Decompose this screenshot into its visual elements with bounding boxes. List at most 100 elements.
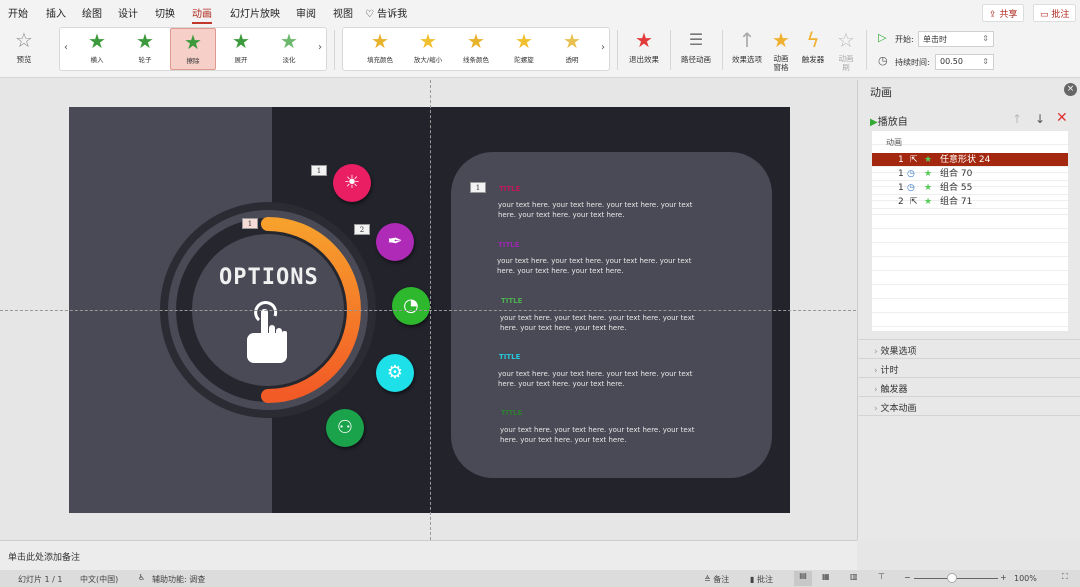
star-icon: ★ (563, 29, 581, 53)
effect-fly-in[interactable]: ★ 横入 (74, 28, 120, 70)
effect-spin[interactable]: ★ 陀螺旋 (501, 28, 547, 70)
entrance-gallery: ‹ ★ 横入 ★ 轮子 ★ 擦除 ★ 展开 ★ 淡化 › (59, 27, 327, 71)
star-icon: ★ (924, 197, 933, 207)
item-text: your text here. your text here. your tex… (498, 370, 693, 388)
reading-view-icon[interactable]: ▥ (850, 572, 858, 581)
star-icon: ★ (88, 29, 106, 53)
zoom-slider-thumb[interactable] (947, 573, 957, 583)
move-down-icon[interactable]: ↓ (1035, 112, 1045, 126)
row-name: 组合 70 (940, 169, 973, 179)
effect-grow-shrink[interactable]: ★ 放大/缩小 (405, 28, 451, 70)
item-text: your text here. your text here. your tex… (498, 201, 693, 219)
arrow-up-icon: ↑ (738, 28, 756, 52)
section-triggers[interactable]: › 触发器 (858, 377, 1080, 397)
pie-chart-icon: ◔ (392, 287, 430, 325)
trigger-button[interactable]: ϟ 触发器 (798, 26, 828, 65)
tab-design[interactable]: 设计 (118, 5, 138, 20)
effect-label: 轮子 (138, 56, 152, 64)
item-title: TITLE (501, 297, 523, 305)
slide-counter: 幻灯片 1 / 1 (18, 575, 63, 584)
tab-tell-me[interactable]: ♡ 告诉我 (365, 5, 407, 20)
language[interactable]: 中文(中国) (80, 574, 118, 585)
tab-home[interactable]: 开始 (8, 5, 28, 20)
animation-row[interactable]: 2 ⇱ ★ 组合 71 (872, 195, 1068, 209)
zoom-out-icon[interactable]: − (904, 573, 911, 582)
scroll-right-icon[interactable]: › (318, 42, 322, 53)
lightbulb-icon: ☀ (333, 164, 371, 202)
animation-row[interactable]: 1 ◷ ★ 组合 55 (872, 181, 1068, 195)
comments-toggle[interactable]: ▮ 批注 (750, 574, 773, 585)
normal-view-icon[interactable]: ▤ (794, 571, 812, 586)
zoom-in-icon[interactable]: + (1000, 573, 1007, 582)
star-gear-icon: ★ (772, 28, 790, 52)
delete-icon[interactable]: ✕ (1056, 110, 1068, 126)
animation-badge[interactable]: 1 (311, 165, 327, 176)
path-label: 路径动画 (681, 55, 711, 64)
stepper-icon: ⇕ (982, 34, 989, 43)
animation-badge[interactable]: 1 (470, 182, 486, 193)
animation-row[interactable]: 1 ◷ ★ 组合 70 (872, 167, 1068, 181)
section-text-animation[interactable]: › 文本动画 (858, 396, 1080, 416)
divider (866, 30, 867, 70)
share-button[interactable]: ⇪ 共享 (982, 4, 1025, 22)
comments-label: 批注 (1051, 10, 1070, 20)
move-up-icon[interactable]: ↑ (1012, 112, 1022, 126)
exit-effects-button[interactable]: ★ 退出效果 (624, 26, 664, 65)
tab-insert[interactable]: 插入 (46, 5, 66, 20)
effect-line-color[interactable]: ★ 线条颜色 (453, 28, 499, 70)
section-timing[interactable]: › 计时 (858, 358, 1080, 378)
play-from-button[interactable]: ▶播放自 (870, 113, 908, 128)
animation-painter-button[interactable]: ☆ 动画 刷 (834, 26, 858, 72)
vertical-guide[interactable] (430, 80, 431, 540)
animation-row[interactable]: 1 ⇱ ★ 任意形状 24 (872, 153, 1068, 167)
effect-options-button[interactable]: ↑ 效果选项 (727, 26, 767, 65)
star-icon: ★ (280, 29, 298, 53)
star-icon: ★ (924, 155, 933, 165)
tab-slideshow[interactable]: 幻灯片放映 (230, 5, 280, 20)
comments-label: 批注 (756, 575, 773, 584)
duration-value: 00.50 (940, 57, 963, 66)
gear-icon: ⚙ (376, 354, 414, 392)
tab-transitions[interactable]: 切换 (155, 5, 175, 20)
divider (617, 30, 618, 70)
effect-split[interactable]: ★ 展开 (218, 28, 264, 70)
notes-toggle[interactable]: ≜ 备注 (704, 574, 729, 585)
divider (722, 30, 723, 70)
lightbulb-icon: ♡ (365, 9, 378, 20)
motion-paths-button[interactable]: ☰ 路径动画 (676, 26, 716, 65)
comments-button[interactable]: ▭ 批注 (1033, 4, 1077, 22)
accessibility-status[interactable]: 辅助功能: 调查 (152, 574, 205, 585)
tab-draw[interactable]: 绘图 (82, 5, 102, 20)
animation-badge[interactable]: 2 (354, 224, 370, 235)
animation-badge[interactable]: 1 (242, 218, 258, 229)
emphasis-gallery: ★ 填充颜色 ★ 放大/缩小 ★ 线条颜色 ★ 陀螺旋 ★ 透明 › (342, 27, 610, 71)
tab-animations[interactable]: 动画 (192, 5, 212, 24)
section-label: 触发器 (880, 385, 908, 395)
item-text: your text here. your text here. your tex… (497, 257, 692, 275)
duration-input[interactable]: 00.50 ⇕ (935, 54, 994, 70)
slideshow-icon[interactable]: ⊤ (878, 572, 885, 581)
effect-wheel[interactable]: ★ 轮子 (122, 28, 168, 70)
effect-wipe[interactable]: ★ 擦除 (170, 28, 216, 70)
comment-icon: ▭ (1040, 10, 1052, 20)
tab-review[interactable]: 审阅 (296, 5, 316, 20)
scroll-left-icon[interactable]: ‹ (64, 42, 68, 53)
tab-view[interactable]: 视图 (333, 5, 353, 20)
slide-sorter-icon[interactable]: ▦ (822, 572, 830, 581)
effect-label: 展开 (234, 56, 248, 64)
notes-area[interactable]: 单击此处添加备注 (0, 540, 857, 570)
close-icon[interactable]: × (1064, 83, 1077, 96)
effect-fill-color[interactable]: ★ 填充颜色 (357, 28, 403, 70)
effect-fade[interactable]: ★ 淡化 (266, 28, 312, 70)
preview-button[interactable]: ☆ 预览 (6, 26, 42, 65)
horizontal-guide[interactable] (0, 310, 856, 311)
fit-to-window-icon[interactable]: ⛶ (1062, 572, 1068, 582)
section-effect-options[interactable]: › 效果选项 (858, 339, 1080, 359)
effect-transparency[interactable]: ★ 透明 (549, 28, 595, 70)
star-outline-icon: ☆ (837, 28, 855, 52)
scroll-right-icon[interactable]: › (601, 42, 605, 53)
tell-me-label: 告诉我 (377, 9, 408, 20)
animation-pane-button[interactable]: ★ 动画 窗格 (768, 26, 794, 72)
start-select[interactable]: 单击时 ⇕ (918, 31, 994, 47)
zoom-level[interactable]: 100% (1014, 574, 1037, 583)
